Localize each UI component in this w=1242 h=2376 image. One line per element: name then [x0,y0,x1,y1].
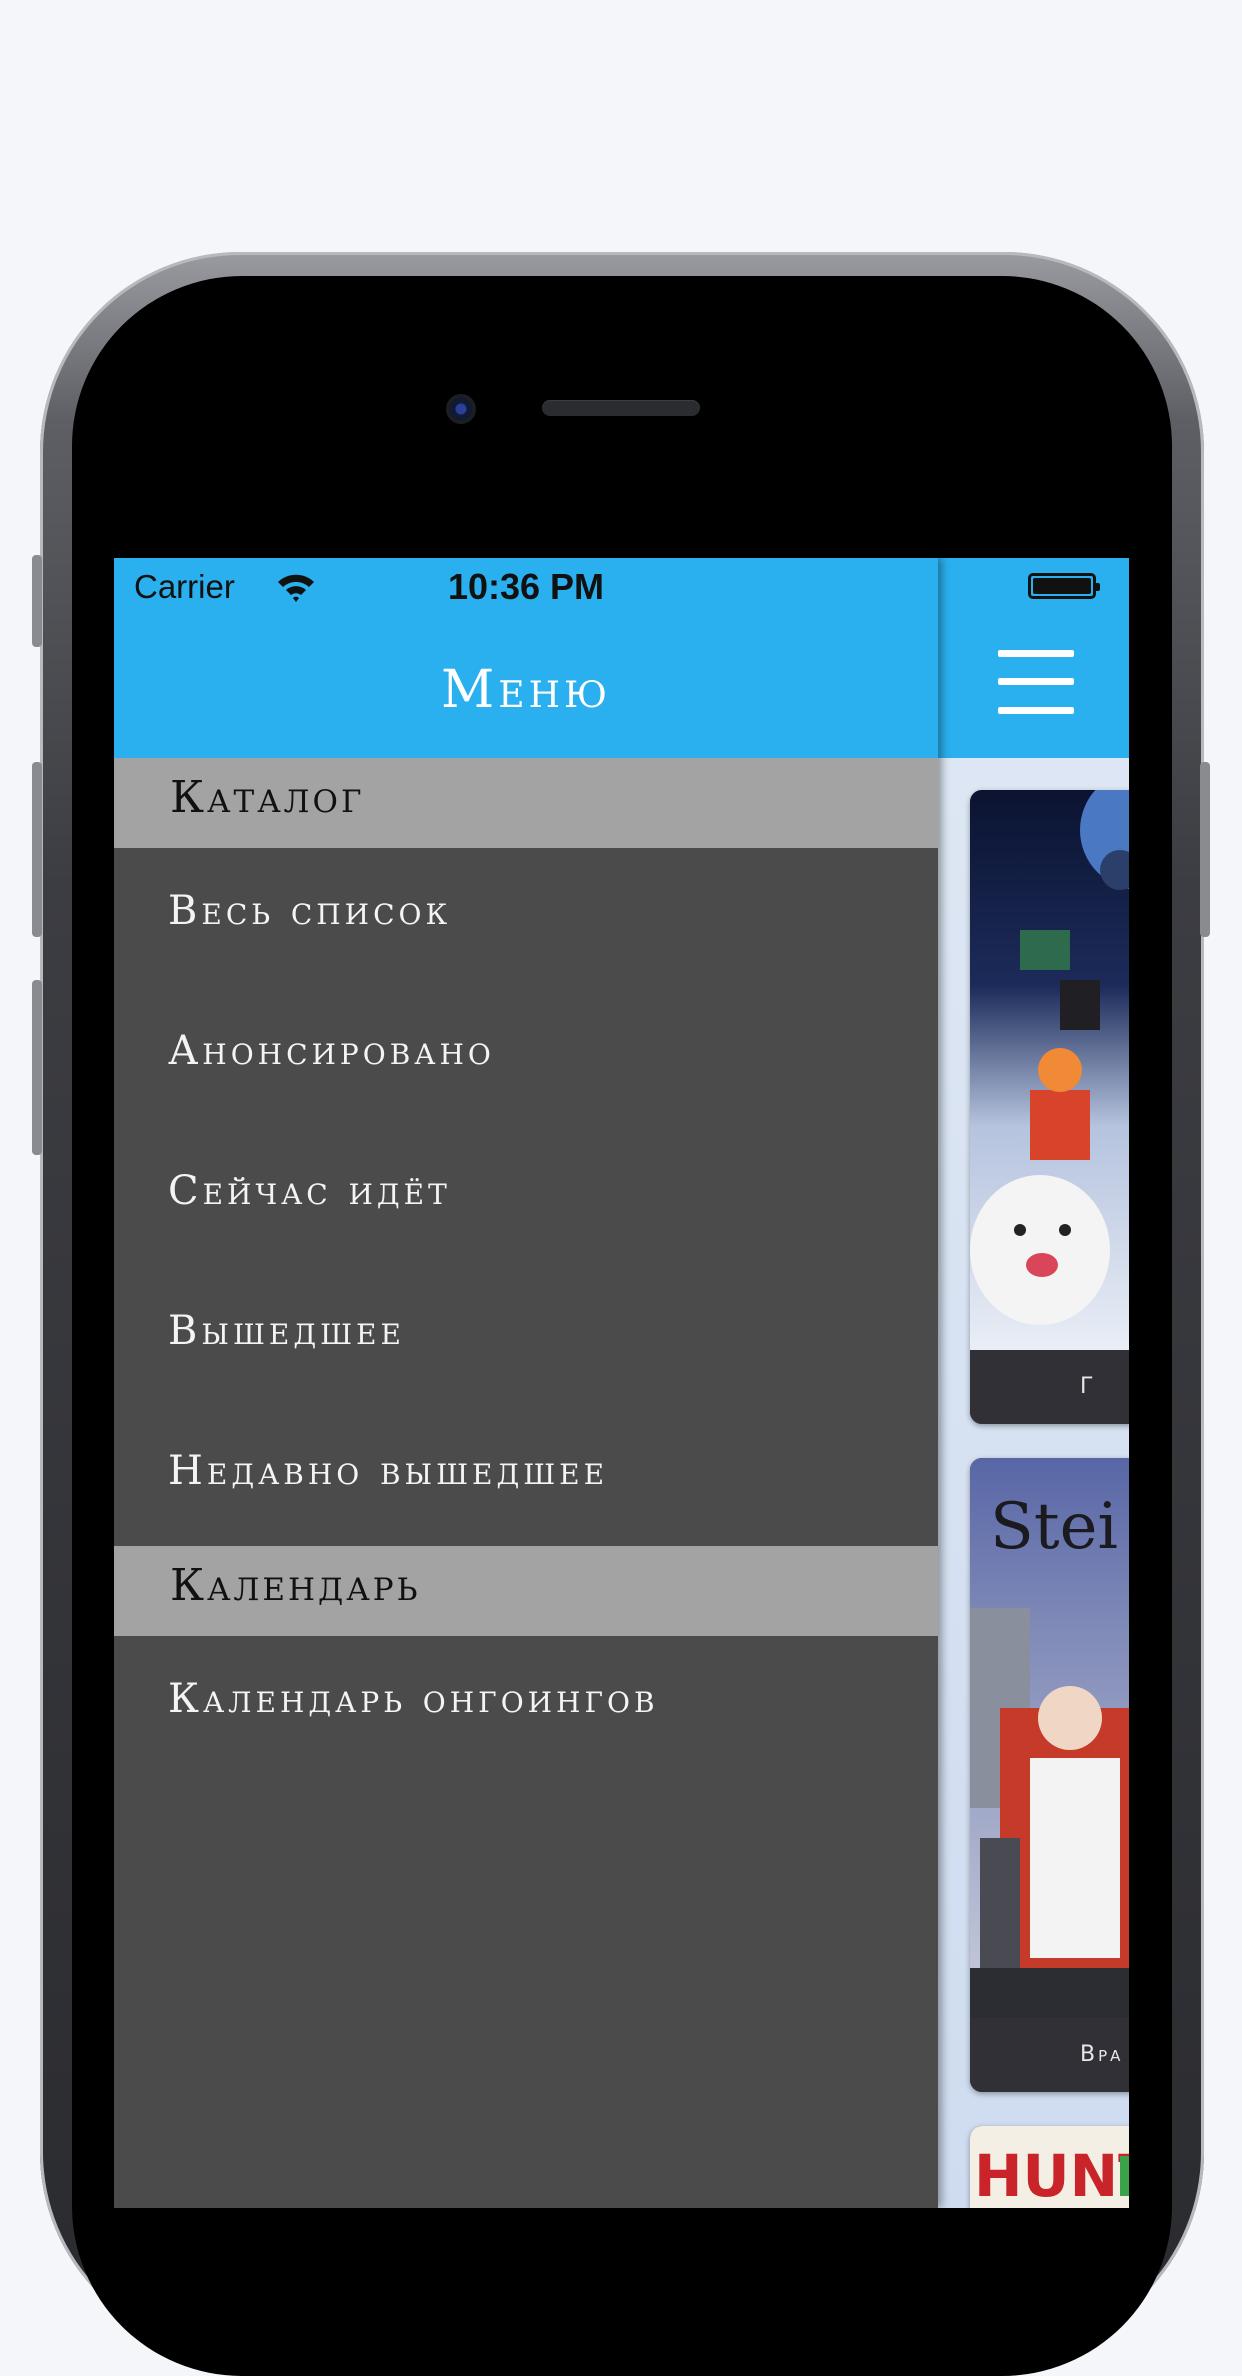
status-bar: Carrier 10:36 PM [114,558,938,618]
mute-switch [32,555,42,647]
volume-up-button [32,762,42,937]
menu-header: Carrier 10:36 PM Меню [114,558,938,758]
battery-icon [1028,573,1100,599]
card-poster: HUNT [970,2126,1129,2208]
svg-text:HUNT: HUNT [974,2142,1129,2208]
menu-title: Меню [441,660,611,720]
svg-text:Stei: Stei [990,1490,1118,1564]
menu-item-ongoing-calendar[interactable]: Календарь онгоингов [168,1676,659,1722]
front-camera [446,394,476,424]
menu-item-released[interactable]: Вышедшее [168,1308,405,1354]
menu-item-ongoing[interactable]: Сейчас идёт [168,1168,451,1214]
menu-item-announced[interactable]: Анонсировано [168,1028,495,1074]
power-button [1200,762,1210,937]
section-label: Календарь [170,1560,421,1611]
card-poster: Stei [970,1458,1129,2018]
section-label: Каталог [170,772,365,823]
anime-card[interactable]: Г [970,790,1129,1424]
card-caption: Г [970,1350,1129,1424]
card-caption: Вра [970,2018,1129,2092]
section-header-catalog: Каталог [114,758,938,848]
main-header [938,558,1129,758]
screen: Г Stei Вра HUNT Carrier 10:36 PM Меню Ка… [114,558,1129,2208]
clock: 10:36 PM [447,566,605,607]
anime-card[interactable]: Stei Вра [970,1458,1129,2092]
section-header-calendar: Календарь [114,1546,938,1636]
menu-item-recently-released[interactable]: Недавно вышедшее [168,1448,608,1494]
card-poster [970,790,1129,1350]
side-menu: Carrier 10:36 PM Меню Каталог Весь списо… [114,558,938,2208]
main-content: Г Stei Вра HUNT [938,558,1129,2208]
anime-card[interactable]: HUNT [970,2126,1129,2208]
hamburger-menu-icon[interactable] [998,650,1074,714]
volume-down-button [32,980,42,1155]
menu-item-all-list[interactable]: Весь список [168,888,451,934]
earpiece-speaker [542,400,700,416]
